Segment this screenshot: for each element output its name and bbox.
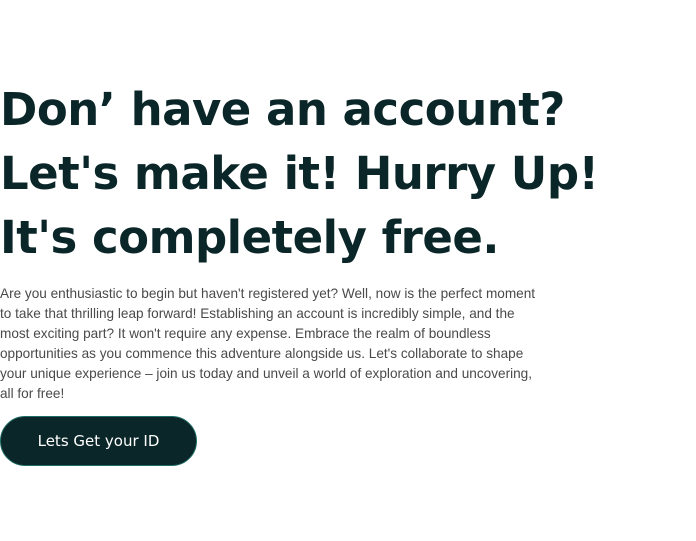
headline-line-1: Don’ have an account? — [0, 83, 565, 136]
hero-headline: Don’ have an account? Let's make it! Hur… — [0, 78, 599, 270]
get-your-id-button-label: Lets Get your ID — [37, 432, 160, 450]
get-your-id-button[interactable]: Lets Get your ID — [0, 416, 197, 466]
headline-line-2: Let's make it! Hurry Up! — [0, 147, 599, 200]
hero-description: Are you enthusiastic to begin but haven'… — [0, 286, 536, 401]
headline-line-3: It's completely free. — [0, 211, 499, 264]
page: Don’ have an account? Let's make it! Hur… — [0, 0, 696, 541]
signup-hero-section: Don’ have an account? Let's make it! Hur… — [0, 78, 599, 466]
